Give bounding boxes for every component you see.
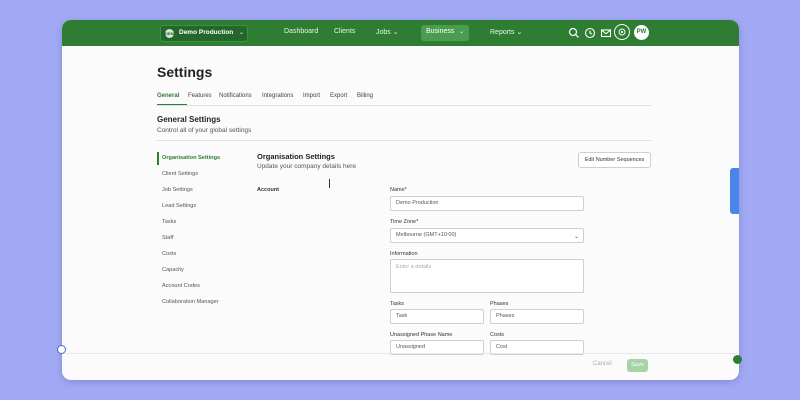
- sidebar-item-client-settings[interactable]: Client Settings: [162, 171, 198, 177]
- tab-integrations[interactable]: Integrations: [262, 93, 293, 99]
- sidebar-item-staff[interactable]: Staff: [162, 235, 173, 241]
- nav-reports[interactable]: Reports ⌄: [490, 28, 522, 36]
- nav-clients[interactable]: Clients: [334, 28, 355, 35]
- timezone-label: Time Zone*: [390, 219, 419, 225]
- save-button[interactable]: Save: [627, 359, 648, 372]
- timezone-select[interactable]: Melbourne (GMT+10:00) ⌄: [390, 228, 584, 243]
- sidebar-item-costs[interactable]: Costs: [162, 251, 176, 257]
- search-icon[interactable]: [568, 27, 580, 39]
- text-cursor-icon: [329, 179, 330, 188]
- phases-field[interactable]: Phases: [490, 309, 584, 324]
- app-window: DEM Demo Production ⌄ Dashboard Clients …: [62, 20, 739, 380]
- tab-import[interactable]: Import: [303, 93, 320, 99]
- tab-export[interactable]: Export: [330, 93, 347, 99]
- name-label: Name*: [390, 187, 407, 193]
- chevron-down-icon: ⌄: [238, 30, 244, 36]
- chevron-down-icon: ⌄: [458, 29, 464, 35]
- tasks-field[interactable]: Task: [390, 309, 484, 324]
- top-navigation-bar: DEM Demo Production ⌄ Dashboard Clients …: [62, 20, 739, 46]
- account-label: Account: [257, 187, 279, 193]
- org-name: Demo Production: [179, 29, 234, 36]
- sidebar-item-lead-settings[interactable]: Lead Settings: [162, 203, 196, 209]
- information-placeholder: Enter a details: [396, 264, 432, 270]
- information-textarea[interactable]: Enter a details: [390, 259, 584, 293]
- sidebar-item-job-settings[interactable]: Job Settings: [162, 187, 193, 193]
- nav-dashboard[interactable]: Dashboard: [284, 28, 318, 35]
- unassigned-phase-label: Unassigned Phase Name: [390, 332, 453, 338]
- sidebar-item-organisation-settings[interactable]: Organisation Settings: [162, 155, 220, 161]
- help-launcher-icon[interactable]: [57, 345, 66, 354]
- phases-label: Phases: [490, 301, 509, 307]
- nav-business-label: Business: [426, 28, 455, 35]
- active-sidebar-indicator: [157, 152, 159, 165]
- org-settings-title: Organisation Settings: [257, 152, 335, 161]
- feedback-tab[interactable]: [730, 168, 739, 214]
- tasks-label: Tasks: [390, 301, 405, 307]
- mail-icon[interactable]: [600, 27, 612, 39]
- sidebar-item-tasks[interactable]: Tasks: [162, 219, 176, 225]
- section-subtitle: Control all of your global settings: [157, 127, 252, 134]
- section-title: General Settings: [157, 115, 221, 124]
- chevron-down-icon: ⌄: [573, 234, 579, 240]
- chat-launcher-icon[interactable]: [733, 355, 742, 364]
- settings-icon: [618, 28, 626, 36]
- page-title: Settings: [157, 64, 213, 80]
- divider: [157, 105, 652, 106]
- tab-billing[interactable]: Billing: [357, 93, 373, 99]
- timezone-value: Melbourne (GMT+10:00): [396, 232, 457, 238]
- edit-number-sequences-button[interactable]: Edit Number Sequences: [578, 152, 651, 168]
- organisation-switcher[interactable]: DEM Demo Production ⌄: [160, 25, 248, 42]
- org-settings-subtitle: Update your company details here: [257, 163, 357, 170]
- footer-divider: [62, 353, 739, 354]
- tab-features[interactable]: Features: [188, 93, 212, 99]
- settings-button[interactable]: [614, 24, 630, 40]
- sidebar-item-account-codes[interactable]: Account Codes: [162, 283, 200, 289]
- cancel-button[interactable]: Cancel: [593, 361, 612, 367]
- history-icon[interactable]: [584, 27, 596, 39]
- name-field[interactable]: Demo Production: [390, 196, 584, 211]
- tab-general[interactable]: General: [157, 93, 179, 99]
- sidebar-item-collaboration-manager[interactable]: Collaboration Manager: [162, 299, 219, 305]
- avatar[interactable]: PW: [634, 25, 649, 40]
- divider: [157, 140, 652, 141]
- sidebar-item-capacity[interactable]: Capacity: [162, 267, 184, 273]
- nav-jobs[interactable]: Jobs ⌄: [376, 28, 399, 36]
- information-label: Information: [390, 251, 418, 257]
- tab-notifications[interactable]: Notifications: [219, 93, 252, 99]
- costs-label: Costs: [490, 332, 505, 338]
- org-badge: DEM: [165, 29, 174, 38]
- nav-business[interactable]: Business ⌄: [421, 25, 469, 41]
